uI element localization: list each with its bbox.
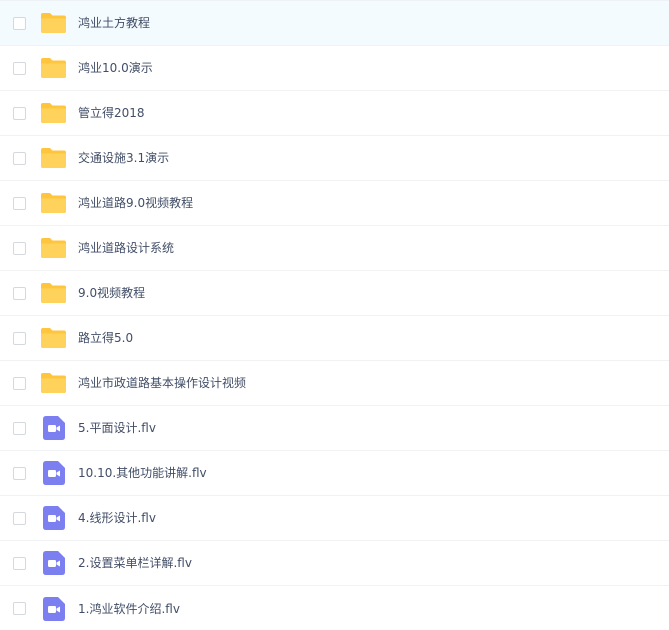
folder-row[interactable]: 管立得2018 xyxy=(0,91,669,136)
folder-row[interactable]: 鸿业道路设计系统 xyxy=(0,226,669,271)
file-name-link[interactable]: 鸿业道路9.0视频教程 xyxy=(78,195,193,211)
file-name-link[interactable]: 4.线形设计.flv xyxy=(78,510,156,526)
row-checkbox[interactable] xyxy=(13,511,26,525)
file-row[interactable]: 5.平面设计.flv xyxy=(0,406,669,451)
file-name-link[interactable]: 2.设置菜单栏详解.flv xyxy=(78,555,192,571)
folder-icon xyxy=(40,236,67,260)
video-file-icon xyxy=(40,461,67,485)
folder-icon xyxy=(40,101,67,125)
folder-icon xyxy=(40,56,67,80)
video-file-icon xyxy=(40,416,67,440)
folder-icon xyxy=(40,191,67,215)
folder-row[interactable]: 路立得5.0 xyxy=(0,316,669,361)
row-checkbox[interactable] xyxy=(13,61,26,75)
file-name-link[interactable]: 鸿业市政道路基本操作设计视频 xyxy=(78,375,246,391)
folder-icon xyxy=(40,371,67,395)
file-row[interactable]: 2.设置菜单栏详解.flv xyxy=(0,541,669,586)
file-name-link[interactable]: 5.平面设计.flv xyxy=(78,420,156,436)
row-checkbox[interactable] xyxy=(13,376,26,390)
row-checkbox[interactable] xyxy=(13,466,26,480)
row-checkbox[interactable] xyxy=(13,286,26,300)
folder-row[interactable]: 9.0视频教程 xyxy=(0,271,669,316)
folder-icon xyxy=(40,11,67,35)
video-file-icon xyxy=(40,551,67,575)
file-row[interactable]: 4.线形设计.flv xyxy=(0,496,669,541)
folder-icon xyxy=(40,146,67,170)
folder-row[interactable]: 鸿业市政道路基本操作设计视频 xyxy=(0,361,669,406)
row-checkbox[interactable] xyxy=(13,556,26,570)
file-list: 鸿业土方教程 鸿业10.0演示 管立得2018 交通设施3.1演示鸿业道路9.0视频教… xyxy=(0,0,669,630)
row-checkbox[interactable] xyxy=(13,241,26,255)
folder-row[interactable]: 鸿业道路9.0视频教程 xyxy=(0,181,669,226)
file-name-link[interactable]: 1.鸿业软件介绍.flv xyxy=(78,601,180,617)
row-checkbox[interactable] xyxy=(13,196,26,210)
folder-row[interactable]: 交通设施3.1演示 xyxy=(0,136,669,181)
file-name-link[interactable]: 鸿业道路设计系统 xyxy=(78,240,174,256)
row-checkbox[interactable] xyxy=(13,421,26,435)
row-checkbox[interactable] xyxy=(13,106,26,120)
file-row[interactable]: 1.鸿业软件介绍.flv xyxy=(0,586,669,630)
file-name-link[interactable]: 鸿业10.0演示 xyxy=(78,60,153,76)
file-row[interactable]: 10.10.其他功能讲解.flv xyxy=(0,451,669,496)
video-file-icon xyxy=(40,506,67,530)
video-file-icon xyxy=(40,596,67,621)
row-checkbox[interactable] xyxy=(13,331,26,345)
file-name-link[interactable]: 交通设施3.1演示 xyxy=(78,150,169,166)
folder-row[interactable]: 鸿业土方教程 xyxy=(0,0,669,46)
folder-row[interactable]: 鸿业10.0演示 xyxy=(0,46,669,91)
row-checkbox[interactable] xyxy=(13,151,26,165)
file-name-link[interactable]: 10.10.其他功能讲解.flv xyxy=(78,465,207,481)
file-name-link[interactable]: 鸿业土方教程 xyxy=(78,15,150,31)
row-checkbox[interactable] xyxy=(13,602,26,615)
file-name-link[interactable]: 路立得5.0 xyxy=(78,330,133,346)
folder-icon xyxy=(40,281,67,305)
folder-icon xyxy=(40,326,67,350)
row-checkbox[interactable] xyxy=(13,16,26,30)
file-name-link[interactable]: 管立得2018 xyxy=(78,105,145,121)
file-name-link[interactable]: 9.0视频教程 xyxy=(78,285,145,301)
